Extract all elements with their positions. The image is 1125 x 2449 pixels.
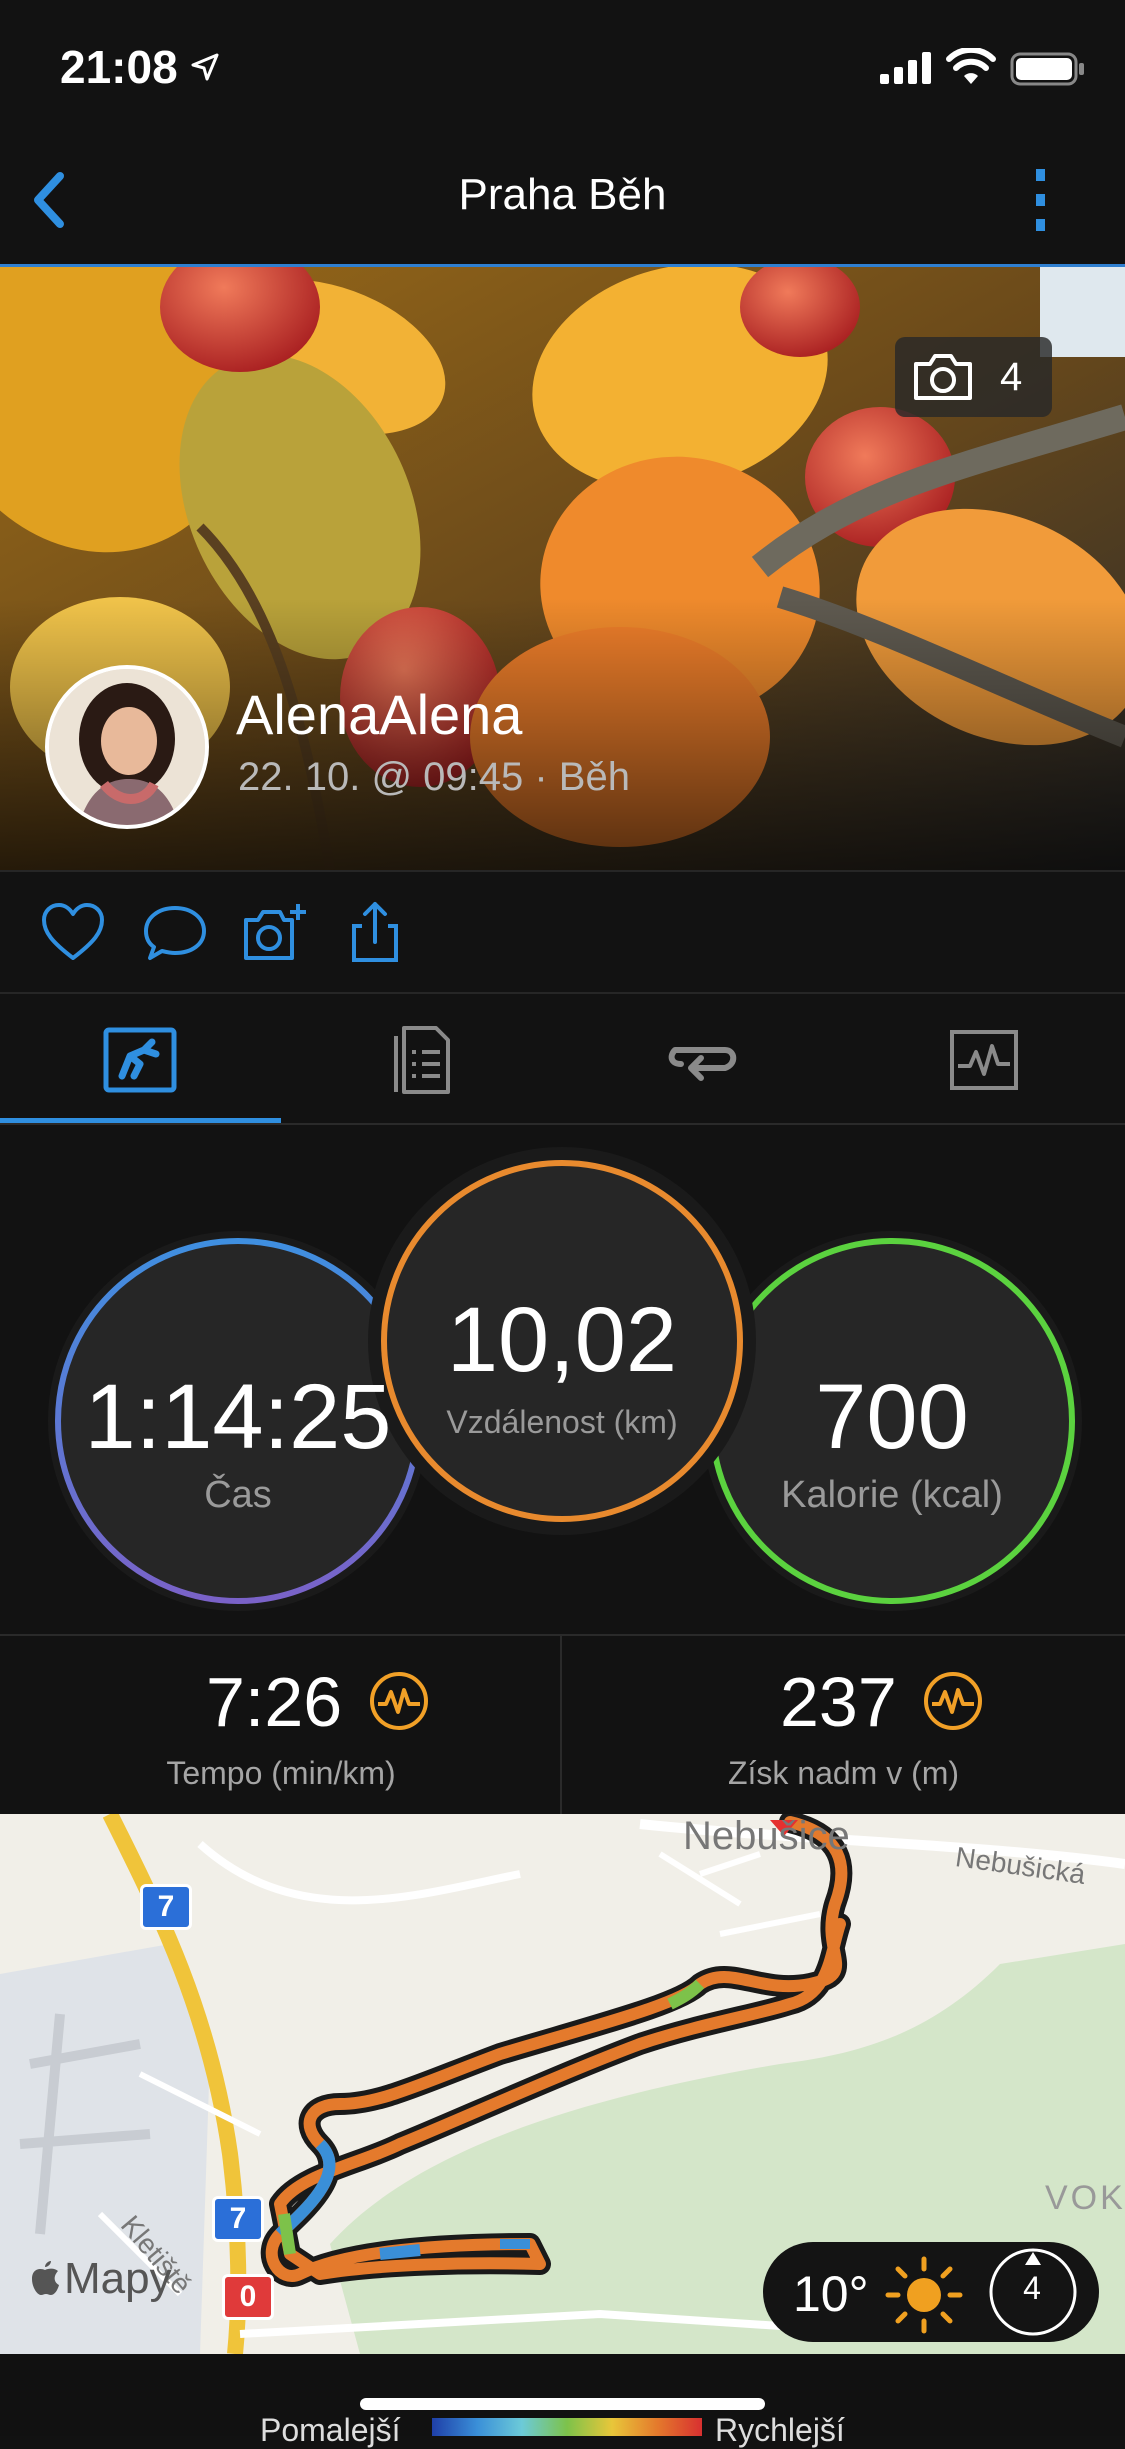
wind-speed: 4 — [1023, 2270, 1041, 2306]
pace-label: Tempo (min/km) — [166, 1755, 396, 1791]
add-photo-icon[interactable] — [240, 898, 310, 968]
ascent-chart-icon[interactable] — [922, 1670, 984, 1732]
activity-date-type: 22. 10. @ 09:45 · Běh — [238, 755, 630, 799]
time-label: Čas — [204, 1474, 272, 1516]
cellular-signal-icon — [880, 52, 931, 84]
ascent-label: Získ nadm v (m) — [727, 1755, 960, 1791]
weather-temperature: 10° — [793, 2266, 869, 2322]
map-label-town: Nebušice — [683, 1814, 850, 1858]
legend-gradient — [432, 2418, 702, 2436]
calories-value: 700 — [815, 1366, 969, 1468]
user-avatar[interactable] — [45, 665, 209, 829]
legend-slower: Pomalejší — [260, 2412, 401, 2448]
share-icon[interactable] — [340, 898, 410, 968]
start-marker: 0 — [222, 2274, 274, 2320]
photo-count: 4 — [1000, 355, 1023, 399]
battery-icon — [1010, 52, 1084, 86]
road-badge: 7 — [140, 1884, 192, 1930]
user-name[interactable]: AlenaAlena — [236, 682, 522, 747]
tab-summary[interactable] — [100, 1020, 180, 1100]
status-time: 21:08 — [60, 41, 178, 93]
calories-label: Kalorie (kcal) — [781, 1474, 1003, 1516]
home-indicator[interactable] — [360, 2398, 765, 2410]
sun-icon — [885, 2256, 963, 2334]
legend-faster: Rychlejší — [715, 2412, 845, 2448]
map-label-district: VOKO — [1045, 2179, 1125, 2217]
more-options-icon[interactable] — [1020, 165, 1060, 235]
tab-laps[interactable] — [663, 1020, 743, 1100]
ascent-value: 237 — [780, 1663, 897, 1741]
comment-bubble-icon[interactable] — [140, 898, 210, 968]
wifi-icon — [946, 48, 996, 84]
page-title: Praha Běh — [458, 170, 667, 219]
like-heart-icon[interactable] — [38, 898, 108, 968]
map-attribution: Mapy — [64, 2254, 172, 2303]
tab-divider — [0, 1123, 1125, 1125]
location-arrow-icon — [191, 53, 219, 81]
pace-chart-icon[interactable] — [368, 1670, 430, 1732]
tab-graphs[interactable] — [944, 1020, 1024, 1100]
apple-logo-icon — [32, 2261, 59, 2295]
road-badge: 7 — [212, 2196, 264, 2242]
pace-value: 7:26 — [206, 1663, 343, 1741]
tab-details[interactable] — [382, 1020, 462, 1100]
camera-icon — [914, 354, 972, 400]
